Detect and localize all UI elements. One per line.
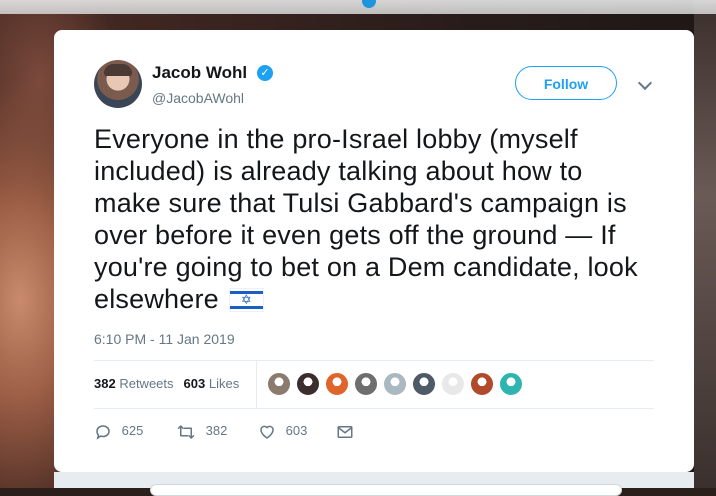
likes-label: Likes (208, 376, 240, 391)
reply-composer-strip (54, 472, 694, 496)
liker-avatar[interactable] (325, 372, 349, 396)
liker-avatar[interactable] (383, 372, 407, 396)
retweet-count: 382 (205, 423, 228, 438)
top-bar (0, 0, 716, 14)
author-handle[interactable]: @JacobAWohl (152, 90, 244, 106)
liker-avatar[interactable] (441, 372, 465, 396)
background-edge (694, 0, 716, 488)
reply-count: 625 (121, 423, 144, 438)
likes-stat[interactable]: 603 Likes (184, 376, 240, 391)
follow-button[interactable]: Follow (515, 66, 617, 100)
divider (94, 408, 654, 409)
author-name[interactable]: Jacob Wohl (152, 63, 247, 83)
avatar-hair (104, 64, 132, 76)
tweet-text: Everyone in the pro-Israel lobby (myself… (94, 123, 654, 315)
reply-button[interactable]: 625 (94, 421, 143, 441)
liker-avatar[interactable] (412, 372, 436, 396)
avatar[interactable] (94, 60, 142, 108)
tweet-body: Everyone in the pro-Israel lobby (myself… (94, 124, 638, 314)
heart-icon (260, 425, 274, 439)
verified-badge-icon: ✓ (257, 65, 273, 81)
liker-avatar[interactable] (354, 372, 378, 396)
tweet-card: Jacob Wohl ✓ @JacobAWohl Follow Everyone… (54, 30, 694, 472)
liker-avatar[interactable] (499, 372, 523, 396)
liker-avatars (267, 372, 528, 396)
israel-flag-icon: ✡ (228, 288, 264, 312)
liker-avatar[interactable] (470, 372, 494, 396)
like-count: 603 (285, 423, 308, 438)
liker-avatar[interactable] (267, 372, 291, 396)
stats-separator (256, 361, 257, 408)
direct-message-button[interactable] (336, 421, 354, 441)
likes-count: 603 (183, 376, 206, 391)
like-button[interactable]: 603 (258, 421, 307, 441)
notification-dot (362, 0, 376, 8)
engagement-stats: 382 Retweets 603 Likes (94, 376, 239, 391)
reply-input[interactable] (150, 484, 622, 496)
retweet-button[interactable]: 382 (176, 421, 227, 441)
reply-icon (96, 424, 110, 440)
retweets-label: Retweets (119, 376, 174, 391)
envelope-icon (337, 425, 353, 438)
retweets-stat[interactable]: 382 Retweets (94, 376, 174, 391)
divider (94, 360, 654, 361)
retweets-count: 382 (94, 376, 116, 391)
retweet-icon (177, 424, 195, 439)
chevron-down-icon[interactable] (637, 75, 653, 91)
liker-avatar[interactable] (296, 372, 320, 396)
tweet-timestamp[interactable]: 6:10 PM - 11 Jan 2019 (94, 331, 235, 347)
